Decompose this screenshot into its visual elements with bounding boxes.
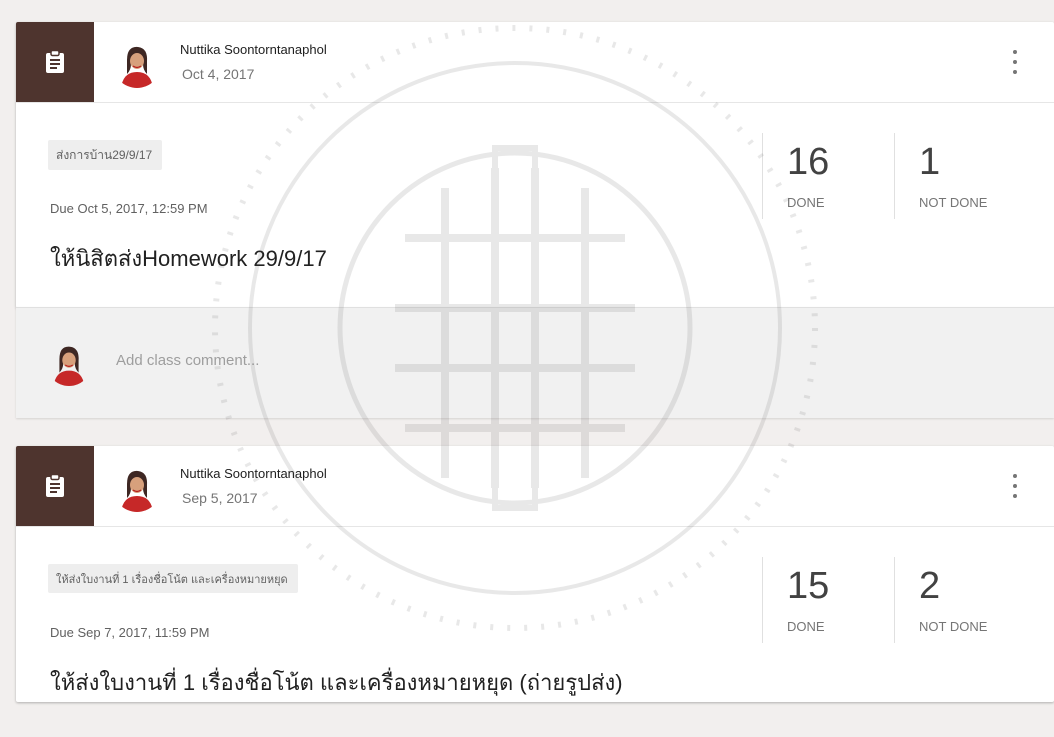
topic-chip[interactable]: ให้ส่งใบงานที่ 1 เรื่องชื่อโน้ต และเครื่… [48,564,298,593]
more-vert-icon[interactable] [1010,50,1020,74]
not-done-label: NOT DONE [919,619,988,634]
card-body: ให้ส่งใบงานที่ 1 เรื่องชื่อโน้ต และเครื่… [16,527,1054,702]
author-avatar[interactable] [113,40,161,88]
assignment-card[interactable]: Nuttika Soontorntanaphol Sep 5, 2017 ให้… [16,446,1054,702]
done-stat[interactable]: 16 DONE [762,133,893,219]
clipboard-assignment-icon [46,49,64,73]
done-count: 15 [787,565,830,607]
not-done-count: 1 [919,141,941,183]
not-done-stat[interactable]: 1 NOT DONE [894,133,1045,219]
more-vert-icon[interactable] [1010,474,1020,498]
not-done-label: NOT DONE [919,195,988,210]
assignment-type-tile [16,446,94,526]
card-header: Nuttika Soontorntanaphol Oct 4, 2017 [16,22,1054,103]
commenter-avatar [46,340,92,386]
done-label: DONE [787,195,825,210]
not-done-count: 2 [919,565,941,607]
assignment-card[interactable]: Nuttika Soontorntanaphol Oct 4, 2017 ส่ง… [16,22,1054,308]
assignment-type-tile [16,22,94,102]
due-date: Due Oct 5, 2017, 12:59 PM [50,201,208,216]
author-name: Nuttika Soontorntanaphol [180,466,327,481]
author-name: Nuttika Soontorntanaphol [180,42,327,57]
post-date: Oct 4, 2017 [182,66,255,82]
class-comment-input[interactable]: Add class comment... [116,352,259,369]
post-date: Sep 5, 2017 [182,490,258,506]
due-date: Due Sep 7, 2017, 11:59 PM [50,625,210,640]
topic-chip[interactable]: ส่งการบ้าน29/9/17 [48,140,163,170]
clipboard-assignment-icon [46,473,64,497]
done-label: DONE [787,619,825,634]
card-body: ส่งการบ้าน29/9/17 Due Oct 5, 2017, 12:59… [16,103,1054,308]
card-header: Nuttika Soontorntanaphol Sep 5, 2017 [16,446,1054,527]
assignment-title[interactable]: ให้ส่งใบงานที่ 1 เรื่องชื่อโน้ต และเครื่… [50,665,623,700]
done-count: 16 [787,141,830,183]
author-avatar[interactable] [113,464,161,512]
class-stream: Nuttika Soontorntanaphol Oct 4, 2017 ส่ง… [16,22,1054,308]
not-done-stat[interactable]: 2 NOT DONE [894,557,1045,643]
done-stat[interactable]: 15 DONE [762,557,893,643]
assignment-title[interactable]: ให้นิสิตส่งHomework 29/9/17 [50,241,327,276]
class-comment-bar: Add class comment... [16,307,1054,418]
